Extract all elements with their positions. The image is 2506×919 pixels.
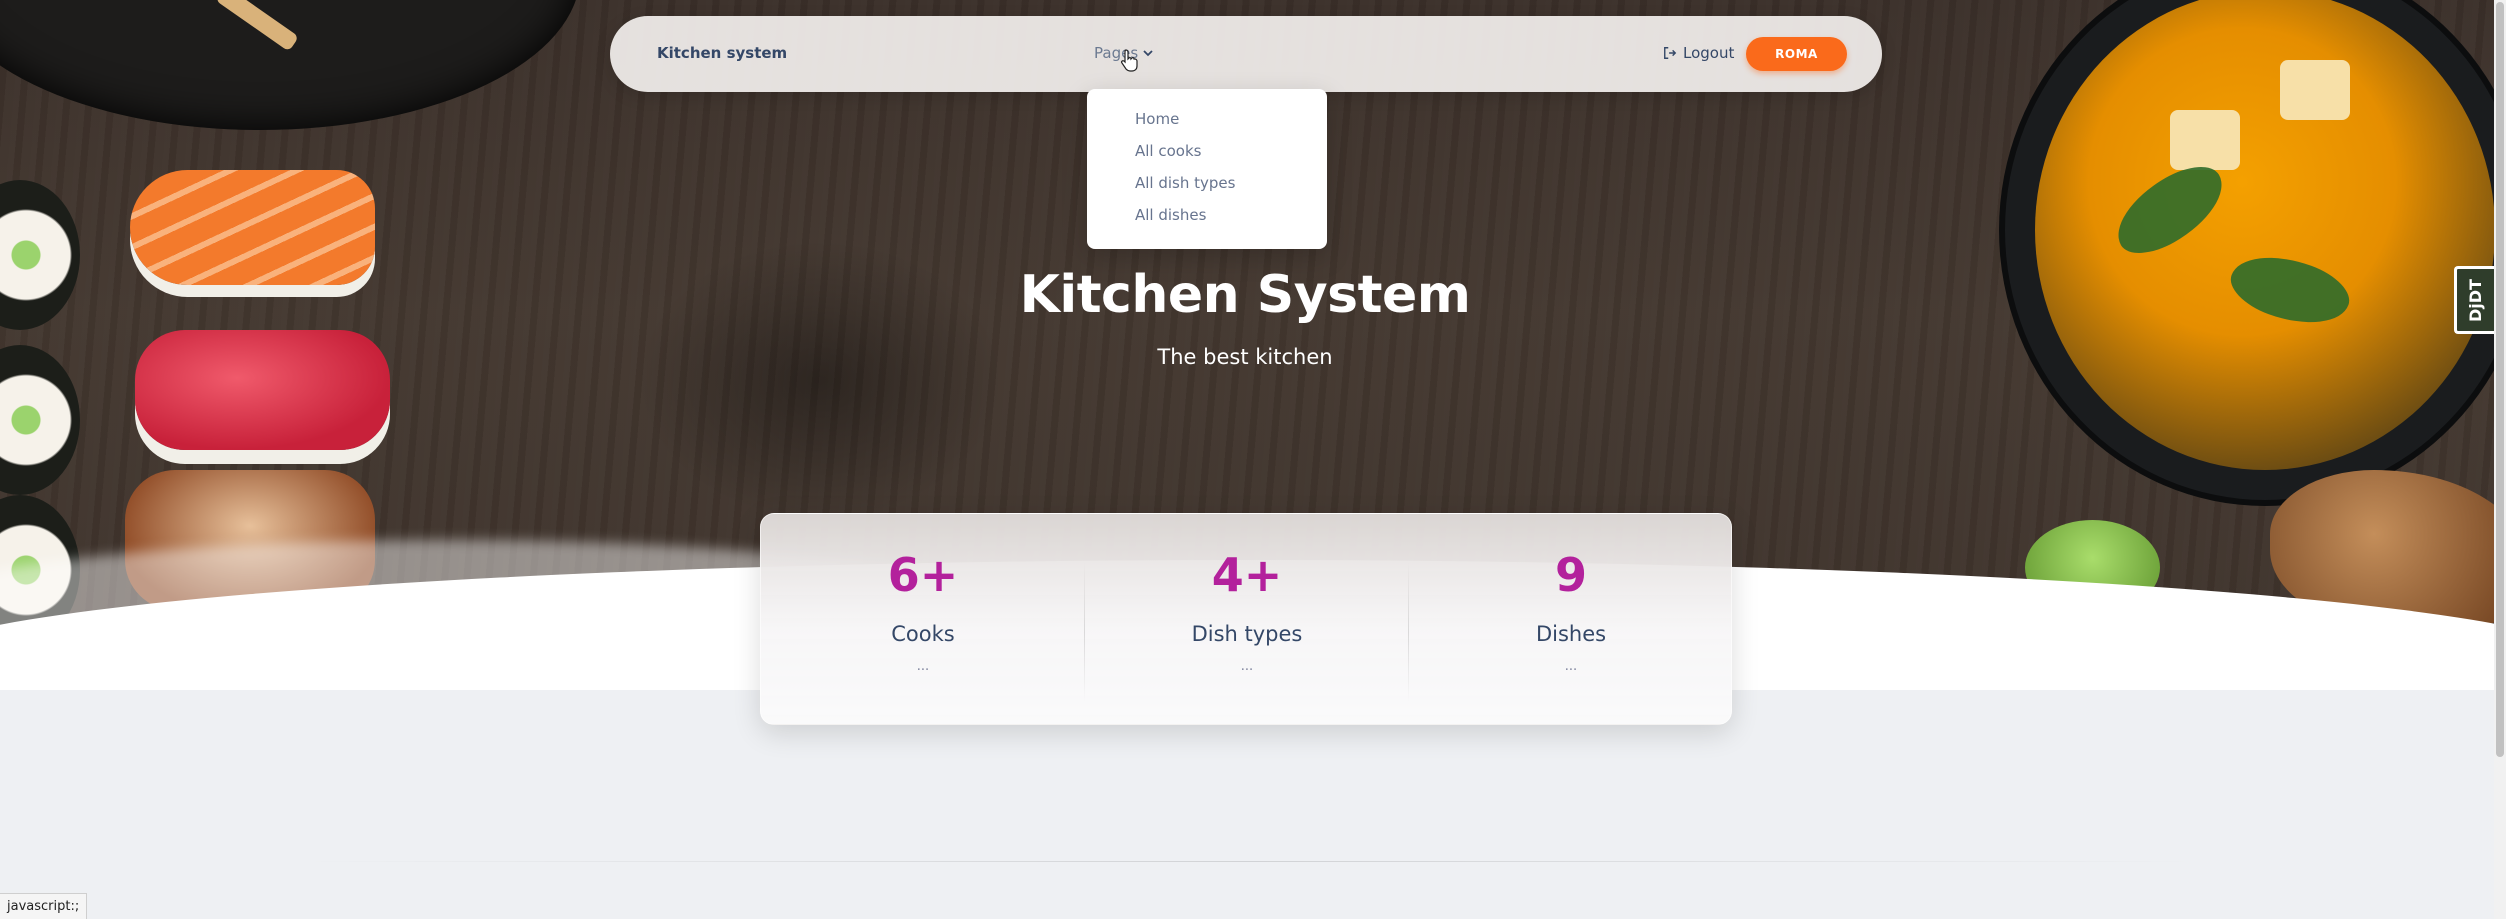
logout-label: Logout	[1683, 44, 1735, 62]
user-button[interactable]: ROMA	[1746, 37, 1847, 71]
stat-description: ...	[916, 659, 930, 674]
chevron-down-icon	[1143, 50, 1153, 57]
hand-cursor-icon	[1121, 49, 1138, 72]
plate-image	[0, 0, 580, 130]
stats-card: 6+ Cooks ... 4+ Dish types ... 9 Dishes …	[760, 513, 1732, 725]
page-subtitle: The best kitchen	[1157, 345, 1333, 369]
debug-toolbar-label: DjDT	[2466, 278, 2485, 322]
dropdown-item-all-dishes[interactable]: All dishes	[1135, 206, 1206, 224]
stat-label: Dishes	[1535, 622, 1607, 646]
page-scrollbar[interactable]	[2494, 0, 2506, 919]
stat-description: ...	[1240, 659, 1254, 674]
section-divider	[300, 861, 2200, 862]
brand-link[interactable]: Kitchen system	[657, 44, 787, 62]
dropdown-item-all-cooks[interactable]: All cooks	[1135, 142, 1201, 160]
dropdown-item-home[interactable]: Home	[1135, 110, 1179, 128]
debug-toolbar-handle[interactable]: DjDT	[2454, 266, 2494, 334]
browser-status-bar: javascript:;	[0, 893, 88, 919]
stat-description: ...	[1564, 659, 1578, 674]
logout-link[interactable]: Logout	[1663, 44, 1734, 62]
tofu-image	[2170, 110, 2240, 170]
navbar: Kitchen system Pages Logout ROMA	[610, 16, 1882, 92]
stat-value: 4+	[1211, 548, 1283, 602]
dropdown-item-all-dish-types[interactable]: All dish types	[1135, 174, 1235, 192]
stat-cooks: 6+ Cooks ...	[761, 514, 1085, 726]
pages-dropdown-menu: Home All cooks All dish types All dishes	[1087, 89, 1327, 249]
stat-dishes: 9 Dishes ...	[1409, 514, 1733, 726]
sign-out-icon	[1664, 47, 1677, 59]
scrollbar-thumb[interactable]	[2496, 2, 2504, 757]
page-title: Kitchen System	[1019, 265, 1471, 325]
stat-dish-types: 4+ Dish types ...	[1085, 514, 1409, 726]
stat-value: 6+	[887, 548, 959, 602]
miso-soup-image	[2035, 0, 2494, 470]
stat-label: Dish types	[1191, 622, 1303, 646]
stat-label: Cooks	[891, 622, 955, 646]
tofu-image	[2280, 60, 2350, 120]
stat-value: 9	[1554, 548, 1587, 602]
